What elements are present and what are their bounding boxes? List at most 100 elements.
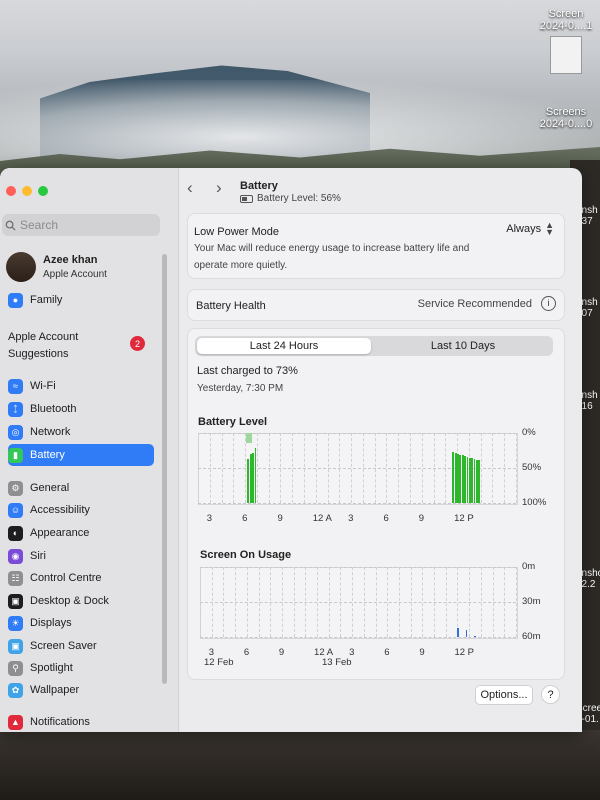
chart-gridline (434, 567, 436, 637)
y-tick-label: 30m (522, 596, 541, 607)
tab-last-10-days[interactable]: Last 10 Days (375, 338, 551, 354)
sidebar-item-bluetooth[interactable]: ᛨ Bluetooth (8, 398, 154, 420)
x-tick-label: 6 (383, 513, 389, 524)
chart-gridline (433, 433, 435, 503)
battery-icon (240, 194, 253, 203)
desktop-file-2[interactable]: Screens 2024-0....0 (536, 106, 596, 130)
low-power-mode-select[interactable]: Always ▲ ▼ (506, 220, 554, 237)
notification-badge: 2 (130, 336, 145, 351)
globe-icon: ◎ (8, 424, 23, 440)
sidebar-item-screen-saver[interactable]: ▣ Screen Saver (8, 635, 154, 657)
sidebar-item-label: Wallpaper (30, 684, 80, 696)
battery-health-status: Service Recommended (417, 298, 532, 310)
battery-level-text: Battery Level: 56% (257, 193, 341, 204)
close-window-button[interactable] (6, 186, 16, 196)
chart-gridline (235, 567, 237, 637)
search-input[interactable]: Search (2, 214, 160, 236)
file-thumbnail (550, 36, 582, 74)
sidebar-item-label: Apple Account (8, 331, 79, 343)
tab-last-24-hours[interactable]: Last 24 Hours (197, 338, 371, 354)
last-charged-time: Yesterday, 7:30 PM (197, 383, 284, 394)
sidebar-item-wallpaper[interactable]: ✿ Wallpaper (8, 679, 154, 701)
sidebar-item-label: Screen Saver (30, 640, 97, 652)
chart-gridline (504, 567, 506, 637)
sidebar-item-accessibility[interactable]: ☺ Accessibility (8, 499, 154, 521)
back-button[interactable]: ‹ (187, 178, 193, 198)
file-date: 2024-0....0 (539, 118, 593, 130)
chart-gridline (211, 567, 213, 637)
zoom-window-button[interactable] (38, 186, 48, 196)
sidebar-item-label: Siri (30, 550, 46, 562)
sidebar-item-displays[interactable]: ☀ Displays (8, 612, 154, 634)
charging-indicator (246, 433, 253, 443)
chart-gridline (304, 433, 305, 503)
apple-account-profile[interactable]: Azee khan Apple Account (6, 252, 107, 282)
notifications-icon: ▲ (8, 714, 23, 730)
desktop-wallpaper (0, 0, 600, 175)
sidebar-scrollbar[interactable] (162, 254, 167, 684)
chart-gridline (387, 567, 389, 637)
sidebar-item-label: Displays (30, 617, 72, 629)
chart-gridline (246, 567, 248, 637)
chart-gridline (328, 567, 330, 637)
chart-gridline (223, 567, 225, 637)
file-date: 2024-0....1 (539, 20, 593, 32)
sidebar-item-label: Suggestions (8, 348, 69, 360)
sidebar-item-label: Control Centre (30, 572, 102, 584)
sidebar-item-label: Bluetooth (30, 403, 77, 415)
x-tick-label: 6 (242, 513, 248, 524)
chevron-updown-icon: ▲ ▼ (545, 220, 554, 237)
sidebar-item-family[interactable]: ● Family (8, 289, 154, 311)
chart-bar (478, 460, 481, 503)
low-power-mode-description: Your Mac will reduce energy usage to inc… (194, 243, 470, 254)
sidebar-item-gear[interactable]: ⚙ General (8, 477, 154, 499)
search-icon (5, 220, 16, 231)
chart-bar (473, 635, 476, 637)
options-button[interactable]: Options... (475, 685, 533, 705)
chart-gridline (340, 567, 342, 637)
control-centre-icon: ☷ (8, 570, 23, 586)
chart-gridline (281, 567, 283, 637)
chart-gridline (516, 567, 517, 637)
sidebar-item-control-centre[interactable]: ☷ Control Centre (8, 567, 154, 589)
chart-gridline (469, 567, 471, 637)
sidebar-item-globe[interactable]: ◎ Network (8, 421, 154, 443)
minimize-window-button[interactable] (22, 186, 32, 196)
sidebar-item-appearance[interactable]: ◐ Appearance (8, 522, 154, 544)
spotlight-icon: ⚲ (8, 660, 23, 676)
chart-gridline (363, 567, 365, 637)
family-icon: ● (8, 292, 23, 308)
sidebar: Search Azee khan Apple Account ● Family … (0, 168, 179, 732)
sidebar-item-battery[interactable]: ▮ Battery (8, 444, 154, 466)
low-power-mode-card: Low Power Mode Always ▲ ▼ Your Mac will r… (187, 213, 565, 279)
desktop-file-1[interactable]: Screen 2024-0....1 (536, 8, 596, 76)
chart-bar (465, 630, 468, 637)
sidebar-item-label: Appearance (30, 527, 90, 539)
chart-gridline (221, 433, 223, 503)
help-button[interactable]: ? (541, 685, 560, 704)
chart-gridline (386, 433, 388, 503)
chart-gridline (480, 567, 482, 637)
low-power-mode-label: Low Power Mode (194, 226, 279, 238)
sidebar-item-account-suggestions[interactable]: Apple Account Suggestions (8, 329, 78, 363)
sidebar-item-dock[interactable]: ▣ Desktop & Dock (8, 590, 154, 612)
chart-gridline (268, 433, 270, 503)
y-tick-label: 100% (522, 497, 547, 508)
date-label: 12 Feb (204, 657, 234, 668)
chart-gridline (374, 433, 376, 503)
sidebar-item-siri[interactable]: ◉ Siri (8, 545, 154, 567)
chart-gridline (504, 433, 506, 503)
chart-gridline (280, 433, 282, 503)
sidebar-item-notifications[interactable]: ▲ Notifications (8, 711, 154, 732)
x-tick-label: 9 (277, 513, 283, 524)
info-icon[interactable]: i (541, 296, 556, 311)
sidebar-item-wifi[interactable]: ≈ Wi-Fi (8, 375, 154, 397)
battery-health-card: Battery Health Service Recommended i (187, 289, 565, 321)
sidebar-item-spotlight[interactable]: ⚲ Spotlight (8, 657, 154, 679)
chart-gridline (209, 433, 211, 503)
chart-gridline (352, 567, 354, 637)
time-range-segmented-control: Last 24 Hours Last 10 Days (195, 336, 553, 356)
forward-button[interactable]: › (216, 178, 222, 198)
chart-gridline (421, 433, 423, 503)
x-tick-label: 6 (384, 647, 390, 658)
